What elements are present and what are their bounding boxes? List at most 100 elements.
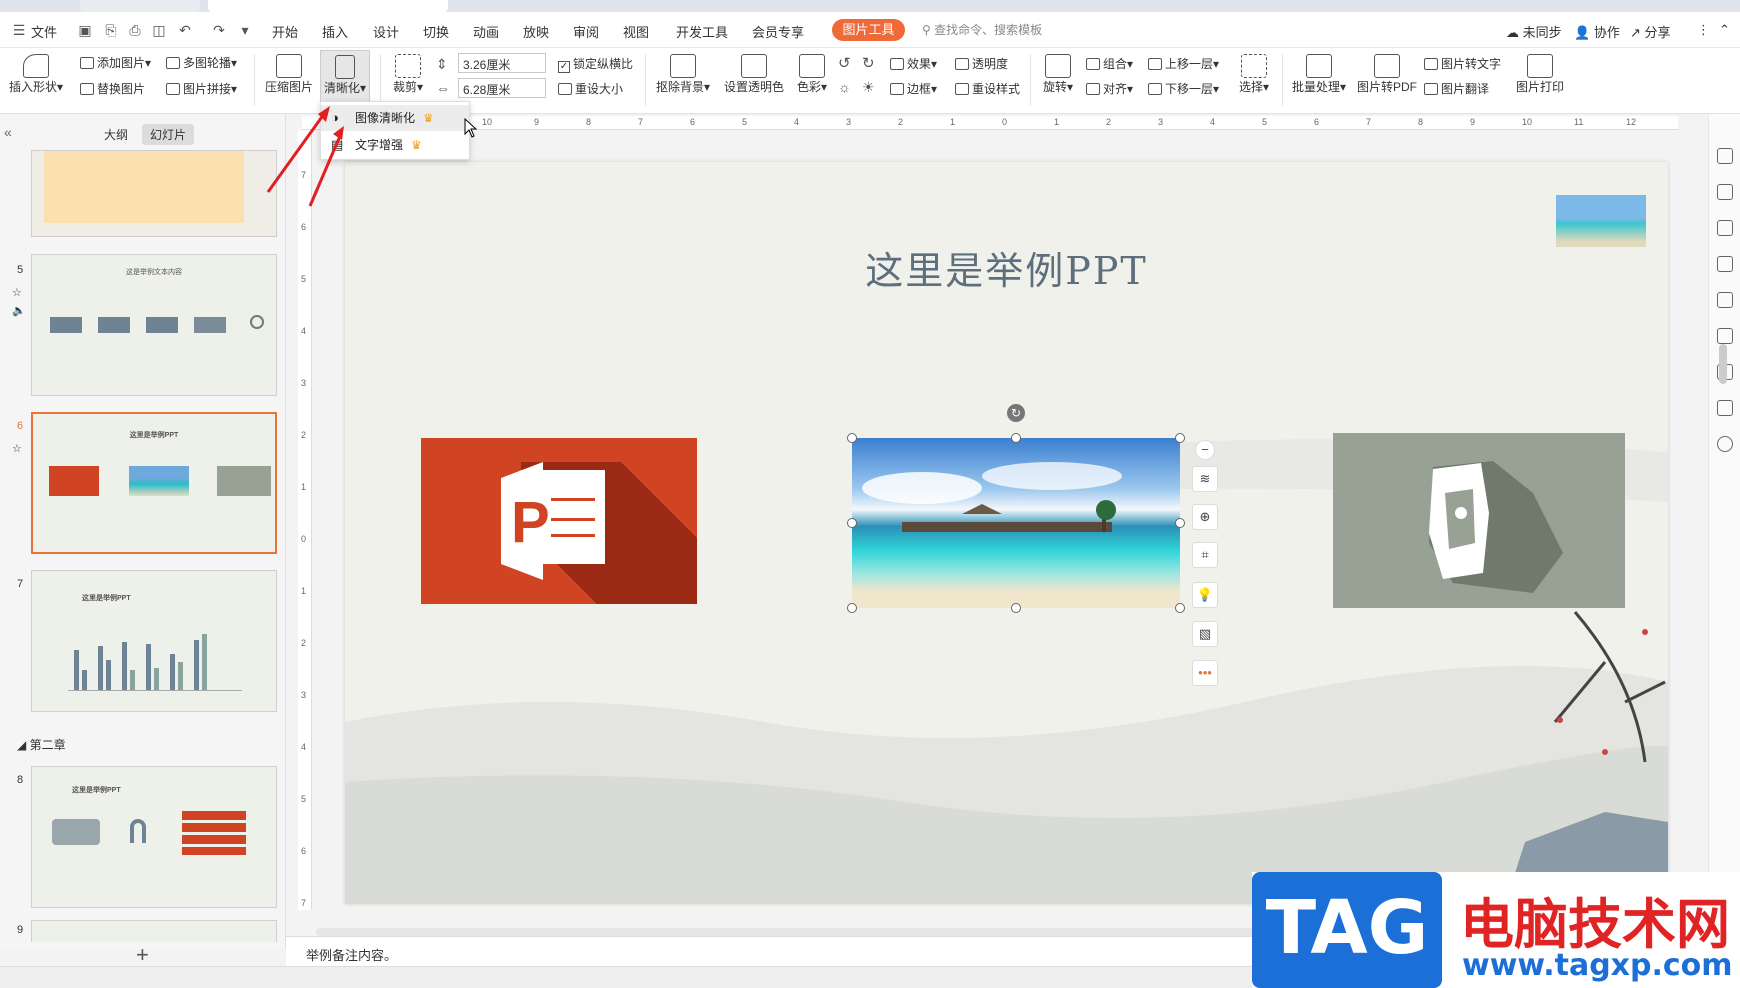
select-button[interactable]: 选择▾ — [1234, 54, 1274, 95]
slide-thumbnail-6[interactable]: 这里是举例PPT — [31, 412, 277, 554]
rotate-left-icon[interactable]: ↺ — [838, 54, 851, 72]
rotate-handle-icon[interactable]: ↻ — [1007, 404, 1025, 422]
document-tab-prev[interactable] — [80, 0, 200, 12]
tab-design[interactable]: 设计 — [373, 22, 399, 41]
width-input[interactable]: 6.28厘米 — [458, 78, 546, 98]
slide-thumbnail-9[interactable] — [31, 920, 277, 942]
slides-icon[interactable] — [1717, 256, 1733, 272]
document-tab-active[interactable] — [208, 0, 448, 12]
rotate-right-icon[interactable]: ↻ — [862, 54, 875, 72]
location-icon[interactable] — [1717, 328, 1733, 344]
tab-transition[interactable]: 切换 — [423, 22, 449, 41]
grid-mini — [182, 811, 246, 855]
reset-size-button[interactable]: 重设大小 — [558, 80, 623, 97]
multi-carousel-button[interactable]: 多图轮播▾ — [166, 54, 237, 71]
add-slide-button[interactable]: + — [136, 942, 149, 968]
group-button[interactable]: 组合▾ — [1086, 55, 1133, 72]
width-icon: ⇔ — [436, 80, 450, 96]
replace-picture-button[interactable]: 替换图片 — [80, 80, 145, 97]
border-button[interactable]: 边框▾ — [890, 80, 937, 97]
lightbulb-icon[interactable]: 💡 — [1192, 582, 1218, 608]
ruler-tick-label: 4 — [301, 742, 307, 752]
tab-insert[interactable]: 插入 — [322, 22, 348, 41]
tab-review[interactable]: 审阅 — [573, 22, 599, 41]
horizontal-scrollbar[interactable] — [316, 928, 1316, 936]
picture-to-pdf-button[interactable]: 图片转PDF — [1356, 54, 1418, 95]
share-button[interactable]: ↗ 分享 — [1630, 22, 1671, 41]
rotate-button[interactable]: 旋转▾ — [1038, 54, 1078, 95]
align-button[interactable]: 对齐▾ — [1086, 80, 1133, 97]
slide-title[interactable]: 这里是举例PPT — [345, 240, 1668, 295]
tab-slides[interactable]: 幻灯片 — [142, 124, 195, 145]
bring-forward-button[interactable]: 上移一层▾ — [1148, 55, 1219, 72]
batch-process-button[interactable]: 批量处理▾ — [1290, 54, 1348, 95]
settings-slider-icon[interactable] — [1717, 184, 1733, 200]
tab-animation[interactable]: 动画 — [473, 22, 499, 41]
more-icon[interactable]: ⋮ — [1697, 22, 1710, 38]
picture-to-text-button[interactable]: 图片转文字 — [1424, 55, 1501, 72]
collab-button[interactable]: 👤 协作 — [1574, 22, 1620, 41]
file-menu[interactable]: 文件 — [31, 22, 57, 41]
picture-splice-button[interactable]: 图片拼接▾ — [166, 80, 237, 97]
collapse-panel-icon[interactable]: « — [4, 124, 12, 140]
ppt-logo-picture[interactable]: P — [421, 438, 697, 604]
print-icon[interactable]: ⎙ — [126, 22, 144, 38]
transparency-button[interactable]: 透明度 — [955, 55, 1008, 72]
tab-developer[interactable]: 开发工具 — [676, 22, 728, 41]
picture-translate-button[interactable]: 图片翻译 — [1424, 80, 1489, 97]
export-icon[interactable]: ⎘ — [102, 22, 120, 38]
sync-status[interactable]: ☁ 未同步 — [1506, 22, 1562, 41]
tab-slideshow[interactable]: 放映 — [523, 22, 549, 41]
remove-background-button[interactable]: 抠除背景▾ — [654, 54, 712, 95]
customize-chevron-icon[interactable]: ▾ — [236, 22, 254, 38]
brush-icon[interactable] — [1717, 148, 1733, 164]
reset-style-button[interactable]: 重设样式 — [955, 80, 1020, 97]
color-button[interactable]: 色彩▾ — [792, 54, 832, 95]
section-header[interactable]: ◢ 第二章 — [17, 736, 66, 753]
beach-picture-selected[interactable] — [852, 438, 1180, 608]
brightness-down-icon[interactable]: ☀ — [862, 79, 875, 96]
set-transparent-button[interactable]: 设置透明色 — [722, 54, 786, 95]
slide-thumbnail-5[interactable]: 这是举例文本内容 — [31, 254, 277, 396]
slide-thumbnail-7[interactable]: 这里是举例PPT — [31, 570, 277, 712]
height-input[interactable]: 3.26厘米 — [458, 53, 546, 73]
sharpened-picture[interactable] — [1333, 433, 1625, 608]
picture-replace-icon[interactable]: ▧ — [1192, 621, 1218, 647]
layers-icon[interactable]: ≋ — [1192, 466, 1218, 492]
hamburger-icon[interactable]: ☰ — [10, 22, 28, 38]
save-icon[interactable]: ▣ — [76, 22, 94, 38]
effect-button[interactable]: 效果▾ — [890, 55, 937, 72]
tab-view[interactable]: 视图 — [623, 22, 649, 41]
send-backward-button[interactable]: 下移一层▾ — [1148, 80, 1219, 97]
help-icon[interactable] — [1717, 436, 1733, 452]
brightness-up-icon[interactable]: ☼ — [838, 79, 851, 95]
star-icon: ☆ — [12, 287, 22, 299]
picture-print-button[interactable]: 图片打印 — [1514, 54, 1566, 95]
crop-icon[interactable]: ⌗ — [1192, 542, 1218, 568]
undo-icon[interactable]: ↶ — [176, 22, 194, 38]
more-options-icon[interactable]: ••• — [1192, 660, 1218, 686]
compress-picture-button[interactable]: 压缩图片 — [263, 54, 315, 95]
collapse-ribbon-icon[interactable]: ⌃ — [1719, 22, 1730, 38]
add-picture-button[interactable]: 添加图片▾ — [80, 54, 151, 71]
crop-button[interactable]: 裁剪▾ — [388, 54, 428, 95]
tab-outline[interactable]: 大纲 — [96, 124, 136, 145]
preview-icon[interactable]: ◫ — [150, 22, 168, 38]
redo-icon[interactable]: ↷ — [210, 22, 228, 38]
lock-ratio-checkbox[interactable]: ✓ 锁定纵横比 — [558, 55, 633, 73]
search-box[interactable]: ⚲ 查找命令、搜索模板 — [922, 21, 1042, 38]
insert-shape-button[interactable]: 插入形状▾ — [8, 54, 64, 95]
tab-home[interactable]: 开始 — [272, 22, 298, 41]
tab-member[interactable]: 会员专享 — [752, 22, 804, 41]
animation-star-icon[interactable] — [1717, 220, 1733, 236]
search-placeholder: 查找命令、搜索模板 — [934, 23, 1043, 37]
slide-thumbnail-4[interactable] — [31, 150, 277, 237]
ocr-icon — [1424, 58, 1438, 70]
minus-icon[interactable]: − — [1195, 440, 1215, 460]
box-icon[interactable] — [1717, 400, 1733, 416]
tab-picture-tools[interactable]: 图片工具 — [832, 19, 905, 41]
slide-thumbnail-8[interactable]: 这里是举例PPT — [31, 766, 277, 908]
zoom-in-icon[interactable]: ⊕ — [1192, 504, 1218, 530]
image-icon[interactable] — [1717, 292, 1733, 308]
scrollbar-thumb[interactable] — [1719, 344, 1727, 384]
